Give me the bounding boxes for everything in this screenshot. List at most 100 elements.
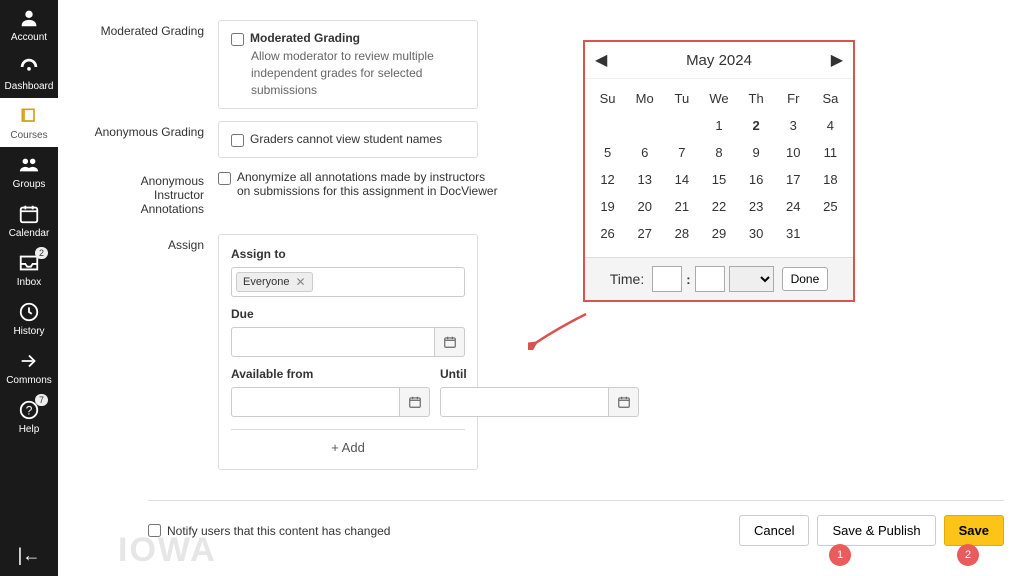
moderated-grading-desc: Allow moderator to review multiple indep… xyxy=(251,48,465,98)
calendar-day-head: Th xyxy=(738,85,775,112)
until-calendar-button[interactable] xyxy=(609,387,639,417)
time-minute-input[interactable] xyxy=(695,266,725,292)
main-content: Moderated Grading Moderated Grading Allo… xyxy=(58,0,1024,576)
calendar-time-row: Time: : Done xyxy=(585,257,853,300)
save-button[interactable]: Save xyxy=(944,515,1004,546)
calendar-day-cell[interactable]: 7 xyxy=(663,139,700,166)
nav-label: Account xyxy=(11,32,47,43)
calendar-day-cell[interactable]: 13 xyxy=(626,166,663,193)
inbox-badge: 2 xyxy=(35,247,48,259)
until-label: Until xyxy=(440,367,639,381)
nav-label: Dashboard xyxy=(5,81,54,92)
time-label: Time: xyxy=(610,271,644,287)
collapse-nav-icon[interactable]: |← xyxy=(0,535,58,576)
nav-dashboard[interactable]: Dashboard xyxy=(0,49,58,98)
moderated-grading-checkbox[interactable] xyxy=(231,33,244,46)
time-hour-input[interactable] xyxy=(652,266,682,292)
calendar-day-cell[interactable]: 4 xyxy=(812,112,849,139)
due-date-calendar-button[interactable] xyxy=(435,327,465,357)
nav-history[interactable]: History xyxy=(0,294,58,343)
calendar-day-cell[interactable]: 31 xyxy=(775,220,812,247)
cancel-button[interactable]: Cancel xyxy=(739,515,809,546)
calendar-day-cell[interactable]: 26 xyxy=(589,220,626,247)
assign-box: Assign to Everyone ✕ Due Avail xyxy=(218,234,478,470)
calendar-day-head: Mo xyxy=(626,85,663,112)
time-ampm-select[interactable] xyxy=(729,266,774,292)
until-input[interactable] xyxy=(440,387,609,417)
due-label: Due xyxy=(231,307,465,321)
calendar-day-cell[interactable]: 3 xyxy=(775,112,812,139)
calendar-day-head: Fr xyxy=(775,85,812,112)
remove-tag-icon[interactable]: ✕ xyxy=(295,275,305,289)
calendar-day-cell[interactable]: 9 xyxy=(738,139,775,166)
calendar-day-cell[interactable]: 2 xyxy=(738,112,775,139)
anonymous-annotations-checkbox[interactable] xyxy=(218,172,231,185)
callout-badge-1: 1 xyxy=(829,544,851,566)
calendar-day-cell[interactable]: 27 xyxy=(626,220,663,247)
calendar-day-cell xyxy=(589,112,626,139)
history-icon xyxy=(17,300,41,324)
groups-icon xyxy=(17,153,41,177)
moderated-grading-check-label: Moderated Grading xyxy=(250,31,360,45)
calendar-icon xyxy=(408,395,422,409)
calendar-day-cell[interactable]: 28 xyxy=(663,220,700,247)
nav-commons[interactable]: Commons xyxy=(0,343,58,392)
calendar-day-cell[interactable]: 1 xyxy=(700,112,737,139)
calendar-day-cell[interactable]: 16 xyxy=(738,166,775,193)
nav-groups[interactable]: Groups xyxy=(0,147,58,196)
calendar-day-cell xyxy=(812,220,849,247)
anonymous-grading-label: Anonymous Grading xyxy=(88,121,218,158)
calendar-day-cell[interactable]: 29 xyxy=(700,220,737,247)
nav-label: Help xyxy=(19,424,40,435)
calendar-day-cell[interactable]: 8 xyxy=(700,139,737,166)
calendar-day-head: We xyxy=(700,85,737,112)
moderated-grading-label: Moderated Grading xyxy=(88,20,218,109)
calendar-day-cell[interactable]: 18 xyxy=(812,166,849,193)
calendar-done-button[interactable]: Done xyxy=(782,267,829,291)
assign-to-tag: Everyone ✕ xyxy=(236,272,313,292)
calendar-day-cell xyxy=(663,112,700,139)
calendar-next-icon[interactable]: ▶ xyxy=(831,50,843,70)
anonymous-grading-checkbox[interactable] xyxy=(231,134,244,147)
calendar-nav-icon xyxy=(17,202,41,226)
calendar-day-cell[interactable]: 22 xyxy=(700,193,737,220)
anonymous-annotations-check-label: Anonymize all annotations made by instru… xyxy=(237,170,498,198)
calendar-day-cell[interactable]: 17 xyxy=(775,166,812,193)
svg-text:?: ? xyxy=(26,404,33,418)
due-date-input[interactable] xyxy=(231,327,435,357)
add-assign-button[interactable]: + Add xyxy=(231,429,465,457)
nav-inbox[interactable]: 2 Inbox xyxy=(0,245,58,294)
calendar-day-cell[interactable]: 14 xyxy=(663,166,700,193)
nav-calendar[interactable]: Calendar xyxy=(0,196,58,245)
global-nav: Account Dashboard Courses Groups Calenda… xyxy=(0,0,58,576)
nav-label: Inbox xyxy=(17,277,41,288)
calendar-day-cell[interactable]: 5 xyxy=(589,139,626,166)
calendar-month-title: May 2024 xyxy=(686,52,752,69)
nav-label: Groups xyxy=(13,179,46,190)
calendar-day-cell[interactable]: 24 xyxy=(775,193,812,220)
nav-help[interactable]: 7 ? Help xyxy=(0,392,58,441)
available-from-calendar-button[interactable] xyxy=(400,387,430,417)
calendar-icon xyxy=(617,395,631,409)
calendar-day-cell[interactable]: 15 xyxy=(700,166,737,193)
nav-account[interactable]: Account xyxy=(0,0,58,49)
calendar-day-cell[interactable]: 20 xyxy=(626,193,663,220)
calendar-day-cell[interactable]: 23 xyxy=(738,193,775,220)
available-from-input[interactable] xyxy=(231,387,400,417)
calendar-icon xyxy=(443,335,457,349)
courses-icon xyxy=(17,104,41,128)
assign-to-input[interactable]: Everyone ✕ xyxy=(231,267,465,297)
save-publish-button[interactable]: Save & Publish xyxy=(817,515,935,546)
calendar-day-cell[interactable]: 21 xyxy=(663,193,700,220)
calendar-day-cell[interactable]: 10 xyxy=(775,139,812,166)
calendar-day-cell[interactable]: 6 xyxy=(626,139,663,166)
calendar-day-cell[interactable]: 30 xyxy=(738,220,775,247)
nav-courses[interactable]: Courses xyxy=(0,98,58,147)
calendar-day-cell[interactable]: 25 xyxy=(812,193,849,220)
moderated-grading-box: Moderated Grading Allow moderator to rev… xyxy=(218,20,478,109)
calendar-day-cell[interactable]: 19 xyxy=(589,193,626,220)
calendar-prev-icon[interactable]: ◀ xyxy=(595,50,607,70)
calendar-day-cell[interactable]: 12 xyxy=(589,166,626,193)
footer: Notify users that this content has chang… xyxy=(148,500,1004,546)
calendar-day-cell[interactable]: 11 xyxy=(812,139,849,166)
